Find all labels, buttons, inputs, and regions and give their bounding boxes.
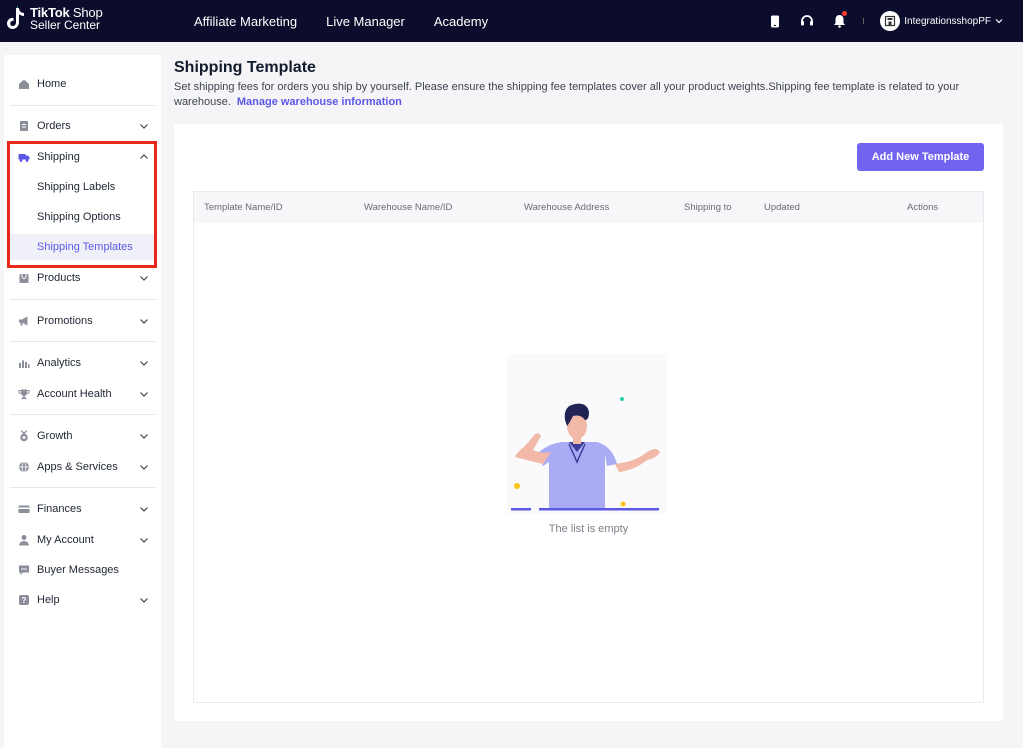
sidebar-item-label: Finances: [37, 503, 82, 515]
medal-icon: [20, 430, 28, 442]
home-icon: [19, 79, 29, 89]
sidebar-item-label: Account Health: [37, 388, 112, 400]
top-nav: Affiliate Marketing Live Manager Academy: [194, 0, 517, 42]
help-icon: ?: [19, 595, 29, 605]
column-header-template-name: Template Name/ID: [204, 202, 283, 213]
divider: [10, 299, 156, 300]
column-header-warehouse-name: Warehouse Name/ID: [364, 202, 453, 213]
products-icon: [19, 274, 29, 283]
globe-icon: [19, 461, 29, 473]
chevron-down-icon: [140, 465, 148, 470]
chevron-down-icon: [995, 19, 1003, 24]
headset-icon[interactable]: [799, 13, 815, 29]
brand-subtitle: Seller Center: [30, 18, 101, 32]
sidebar-item-label: Growth: [37, 430, 73, 442]
user-icon: [19, 535, 29, 546]
sidebar-item-finances[interactable]: Finances: [4, 497, 161, 521]
nav-live-manager[interactable]: Live Manager: [326, 14, 405, 29]
empty-state-text: The list is empty: [548, 523, 629, 535]
divider: [10, 341, 156, 342]
bell-icon[interactable]: [831, 11, 848, 29]
nav-affiliate-marketing[interactable]: Affiliate Marketing: [194, 14, 297, 29]
sidebar-item-label: My Account: [37, 534, 94, 546]
chevron-down-icon: [140, 598, 148, 603]
phone-icon[interactable]: [767, 13, 783, 29]
empty-state-illustration: [507, 354, 667, 514]
svg-text:?: ?: [22, 596, 27, 605]
sidebar-item-label: Promotions: [37, 315, 93, 327]
sidebar-item-label: Orders: [37, 120, 71, 132]
manage-warehouse-link[interactable]: Manage warehouse information: [237, 96, 402, 108]
sidebar-item-apps-services[interactable]: Apps & Services: [4, 455, 161, 479]
chevron-down-icon: [140, 434, 148, 439]
store-icon: [880, 11, 901, 31]
sidebar-item-promotions[interactable]: Promotions: [4, 309, 161, 333]
chevron-down-icon: [140, 124, 148, 129]
chevron-down-icon: [140, 538, 148, 543]
sidebar-item-analytics[interactable]: Analytics: [4, 351, 161, 375]
column-header-actions: Actions: [907, 202, 939, 213]
topbar-divider: [863, 18, 865, 24]
divider: [10, 487, 156, 488]
trophy-icon: [18, 389, 30, 399]
sidebar-item-help[interactable]: ? Help: [4, 588, 161, 612]
message-icon: [19, 565, 29, 575]
divider: [10, 105, 156, 106]
sidebar-item-label: Apps & Services: [37, 461, 118, 473]
nav-academy[interactable]: Academy: [434, 14, 488, 29]
add-new-template-button[interactable]: Add New Template: [857, 143, 984, 171]
tiktok-logo-icon: [7, 5, 27, 33]
sidebar-item-label: Home: [37, 78, 67, 90]
notification-dot: [842, 11, 848, 16]
sidebar-item-products[interactable]: Products: [4, 266, 161, 290]
table-header: Template Name/ID Warehouse Name/ID Wareh…: [194, 192, 983, 223]
sidebar-item-label: Analytics: [37, 357, 82, 369]
sidebar-item-label: Help: [37, 594, 60, 606]
sidebar-item-label: Buyer Messages: [37, 564, 119, 576]
column-header-updated: Updated: [764, 202, 800, 213]
column-header-warehouse-address: Warehouse Address: [524, 202, 610, 213]
chevron-down-icon: [140, 507, 148, 512]
chevron-down-icon: [140, 361, 148, 366]
sidebar-item-label: Products: [37, 272, 81, 284]
chevron-down-icon: [140, 319, 148, 324]
sidebar-item-account-health[interactable]: Account Health: [4, 382, 161, 406]
column-header-shipping-to: Shipping to: [684, 202, 732, 213]
chevron-down-icon: [140, 392, 148, 397]
divider: [10, 414, 156, 415]
sidebar-item-home[interactable]: Home: [4, 72, 161, 96]
megaphone-icon: [19, 316, 28, 326]
chart-icon: [19, 360, 30, 368]
shop-account-menu[interactable]: IntegrationsshopPF: [880, 11, 1003, 31]
sidebar-item-my-account[interactable]: My Account: [4, 528, 161, 552]
tiktok-shop-logo[interactable]: TikTok Shop Seller Center: [7, 5, 103, 33]
sidebar-item-orders[interactable]: Orders: [4, 114, 161, 138]
sidebar-item-growth[interactable]: Growth: [4, 424, 161, 448]
highlight-box-shipping-menu: [7, 141, 157, 268]
card-icon: [18, 505, 30, 513]
sidebar-item-buyer-messages[interactable]: Buyer Messages: [4, 558, 161, 582]
chevron-down-icon: [140, 276, 148, 281]
orders-icon: [20, 121, 28, 131]
page-title: Shipping Template: [174, 59, 316, 76]
page-description: Set shipping fees for orders you ship by…: [174, 80, 994, 110]
top-bar: TikTok Shop Seller Center Affiliate Mark…: [0, 0, 1023, 42]
shop-name: IntegrationsshopPF: [904, 15, 991, 27]
